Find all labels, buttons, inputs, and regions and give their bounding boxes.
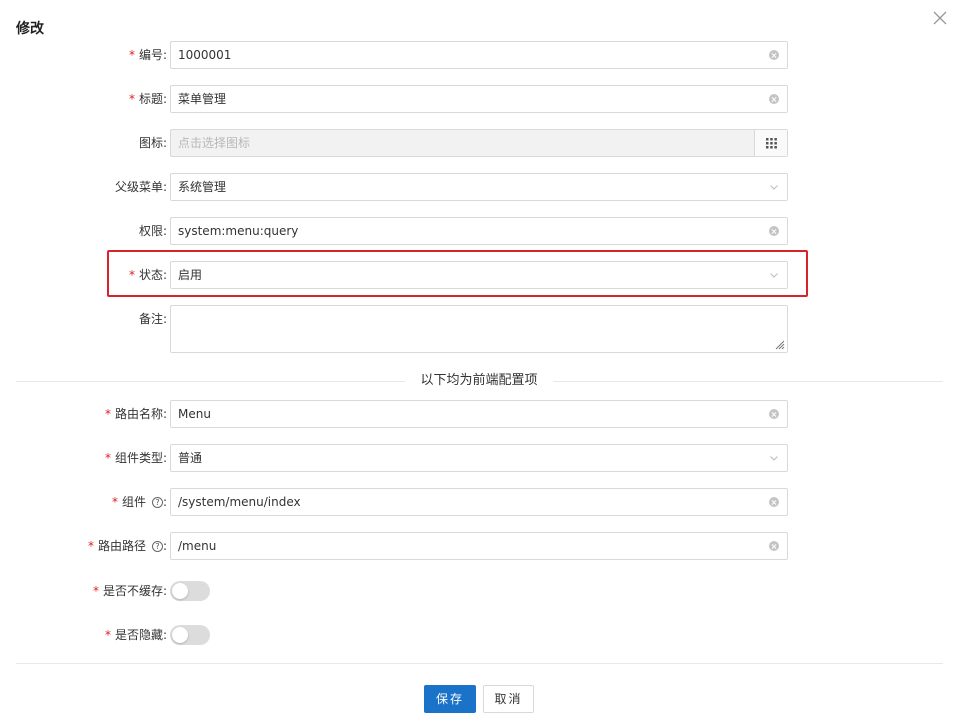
hidden-label: * 是否隐藏: <box>104 628 167 642</box>
title-input[interactable]: 菜单管理 <box>170 85 788 113</box>
grid-icon <box>766 138 777 149</box>
permission-input[interactable]: system:menu:query <box>170 217 788 245</box>
question-circle-icon[interactable]: ? <box>151 541 163 552</box>
cancel-button[interactable]: 取消 <box>483 685 534 713</box>
code-input[interactable]: 1000001 <box>170 41 788 69</box>
component-type-select[interactable]: 普通 <box>170 444 788 472</box>
clear-icon[interactable] <box>769 409 779 419</box>
close-icon[interactable] <box>932 10 948 26</box>
component-label: * 组件?: <box>111 495 167 509</box>
code-label: * 编号: <box>128 48 167 62</box>
frontend-config-heading: 以下均为前端配置项 <box>405 372 553 390</box>
route-path-label: * 路由路径?: <box>87 539 167 553</box>
status-select[interactable]: 启用 <box>170 261 788 289</box>
chevron-down-icon <box>770 273 778 278</box>
form-row-status: * 状态: 启用 <box>0 261 958 289</box>
form-row-remark: 备注: <box>0 305 958 353</box>
form-row-route-name: * 路由名称: Menu <box>0 400 958 428</box>
clear-icon[interactable] <box>769 50 779 60</box>
form-row-permission: 权限: system:menu:query <box>0 217 958 245</box>
form-row-component-type: * 组件类型: 普通 <box>0 444 958 472</box>
footer-divider <box>16 663 943 664</box>
no-cache-label: * 是否不缓存: <box>92 584 167 598</box>
chevron-down-icon <box>770 456 778 461</box>
permission-label: 权限: <box>138 224 167 238</box>
dialog-title: 修改 <box>16 21 44 37</box>
parent-menu-select[interactable]: 系统管理 <box>170 173 788 201</box>
form-row-title: * 标题: 菜单管理 <box>0 85 958 113</box>
form-row-route-path: * 路由路径?: /menu <box>0 532 958 560</box>
question-circle-icon[interactable]: ? <box>151 497 163 508</box>
chevron-down-icon <box>770 185 778 190</box>
form-row-parent-menu: 父级菜单: 系统管理 <box>0 173 958 201</box>
parent-menu-label: 父级菜单: <box>114 180 167 194</box>
component-input[interactable]: /system/menu/index <box>170 488 788 516</box>
title-label: * 标题: <box>128 92 167 106</box>
route-name-label: * 路由名称: <box>104 407 167 421</box>
form-row-no-cache: * 是否不缓存: <box>0 577 958 605</box>
remark-label: 备注: <box>138 312 167 326</box>
form-row-code: * 编号: 1000001 <box>0 41 958 69</box>
component-type-label: * 组件类型: <box>104 451 167 465</box>
icon-label: 图标: <box>138 136 167 150</box>
no-cache-toggle[interactable] <box>170 581 210 601</box>
clear-icon[interactable] <box>769 226 779 236</box>
clear-icon[interactable] <box>769 497 779 507</box>
form-row-hidden: * 是否隐藏: <box>0 621 958 649</box>
hidden-toggle[interactable] <box>170 625 210 645</box>
icon-picker-button[interactable] <box>754 130 787 156</box>
route-path-input[interactable]: /menu <box>170 532 788 560</box>
save-button[interactable]: 保存 <box>424 685 476 713</box>
status-label: * 状态: <box>128 268 167 282</box>
form-row-component: * 组件?: /system/menu/index <box>0 488 958 516</box>
clear-icon[interactable] <box>769 94 779 104</box>
icon-picker-input[interactable]: 点击选择图标 <box>170 129 788 157</box>
form-row-icon: 图标: 点击选择图标 <box>0 129 958 157</box>
route-name-input[interactable]: Menu <box>170 400 788 428</box>
remark-textarea[interactable] <box>170 305 788 353</box>
clear-icon[interactable] <box>769 541 779 551</box>
resize-handle-icon[interactable] <box>773 338 785 350</box>
